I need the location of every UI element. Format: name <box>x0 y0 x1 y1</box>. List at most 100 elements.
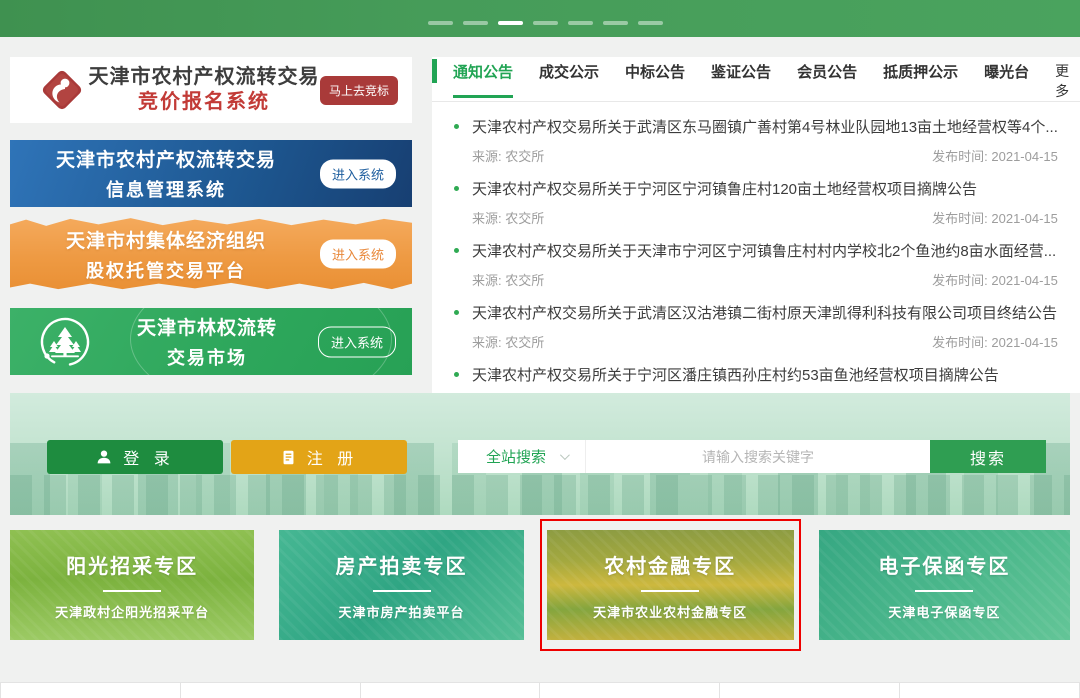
tab-notice-announcements[interactable]: 通知公告 <box>453 59 513 98</box>
tab-winning-bid[interactable]: 中标公告 <box>625 59 685 95</box>
news-link[interactable]: 天津农村产权交易所关于宁河区宁河镇鲁庄村120亩土地经营权项目摘牌公告 <box>454 178 1058 199</box>
top-section: 天津市农村产权流转交易 竞价报名系统 马上去竞标 天津市农村产权流转交易 信息管… <box>0 37 1080 393</box>
news-source: 来源: 农交所 <box>472 332 544 351</box>
carousel-dash[interactable] <box>603 21 628 25</box>
carousel-dash[interactable] <box>428 21 453 25</box>
news-link[interactable]: 天津农村产权交易所关于天津市宁河区宁河镇鲁庄村村内学校北2个鱼池约8亩水面经营.… <box>454 240 1058 261</box>
news-title: 天津农村产权交易所关于宁河区宁河镇鲁庄村120亩土地经营权项目摘牌公告 <box>472 178 977 199</box>
tab-accent-bar <box>432 59 437 83</box>
news-title: 天津农村产权交易所关于武清区东马圈镇广善村第4号林业队园地13亩土地经营权等4个… <box>472 116 1058 137</box>
more-label: 更多 <box>1055 61 1080 101</box>
highlight-red-border: 农村金融专区 天津市农业农村金融专区 <box>540 519 801 651</box>
carousel-dash[interactable] <box>568 21 593 25</box>
banner-line2: 股权托管交易平台 <box>24 257 308 283</box>
bottom-strip <box>0 682 1080 698</box>
zone-subtitle: 天津市房产拍卖平台 <box>339 602 465 621</box>
news-meta: 来源: 农交所 发布时间: 2021-04-15 <box>454 208 1058 227</box>
search-scope-label: 全站搜索 <box>486 446 546 467</box>
news-item: 天津农村产权交易所关于武清区东马圈镇广善村第4号林业队园地13亩土地经营权等4个… <box>454 116 1058 165</box>
bullet-icon <box>454 124 459 129</box>
zone-title: 房产拍卖专区 <box>336 550 468 579</box>
strip-cell <box>540 683 720 698</box>
search-box: 全站搜索 <box>458 440 930 473</box>
hero-band: 登 录 注 册 全站搜索 搜索 <box>10 393 1070 515</box>
enter-equity-platform-button[interactable]: 进入系统 <box>320 240 396 269</box>
zone-sunshine-procurement[interactable]: 阳光招采专区 天津政村企阳光招采平台 <box>10 530 254 640</box>
brand-subtitle: 竞价报名系统 <box>88 90 320 115</box>
left-column: 天津市农村产权流转交易 竞价报名系统 马上去竞标 天津市农村产权流转交易 信息管… <box>10 57 412 393</box>
brand-text: 天津市农村产权流转交易 竞价报名系统 <box>88 65 320 115</box>
tab-member-announcements[interactable]: 会员公告 <box>797 59 857 95</box>
news-tabs: 通知公告 成交公示 中标公告 鉴证公告 会员公告 抵质押公示 曝光台 更多 <box>432 57 1080 102</box>
tab-exposure[interactable]: 曝光台 <box>984 59 1029 95</box>
bullet-icon <box>454 372 459 377</box>
news-date: 发布时间: 2021-04-15 <box>932 270 1058 289</box>
news-title: 天津农村产权交易所关于宁河区潘庄镇西孙庄村约53亩鱼池经营权项目摘牌公告 <box>472 364 999 385</box>
more-link[interactable]: 更多 <box>1055 59 1080 101</box>
login-label: 登 录 <box>123 445 174 469</box>
city-skyline-decoration <box>10 475 1070 515</box>
forest-tree-icon <box>38 315 92 369</box>
zone-rural-finance[interactable]: 农村金融专区 天津市农业农村金融专区 <box>547 530 794 640</box>
news-source: 来源: 农交所 <box>472 270 544 289</box>
news-panel: 通知公告 成交公示 中标公告 鉴证公告 会员公告 抵质押公示 曝光台 更多 天津… <box>432 57 1080 393</box>
news-date: 发布时间: 2021-04-15 <box>932 146 1058 165</box>
user-icon <box>95 448 113 466</box>
search-button[interactable]: 搜索 <box>930 440 1046 473</box>
special-zones: 阳光招采专区 天津政村企阳光招采平台 房产拍卖专区 天津市房产拍卖平台 农村金融… <box>10 530 1070 640</box>
zone-title: 阳光招采专区 <box>66 550 198 579</box>
news-link[interactable]: 天津农村产权交易所关于武清区汉沽港镇二街村原天津凯得利科技有限公司项目终结公告 <box>454 302 1058 323</box>
search-input[interactable] <box>586 449 930 465</box>
carousel-dash-active[interactable] <box>498 21 523 25</box>
banner-line1: 天津市林权流转 <box>106 313 308 340</box>
bullet-icon <box>454 248 459 253</box>
bidding-system-card: 天津市农村产权流转交易 竞价报名系统 马上去竞标 <box>10 57 412 123</box>
carousel-dash[interactable] <box>463 21 488 25</box>
register-form-icon <box>280 449 297 466</box>
strip-cell <box>181 683 361 698</box>
strip-cell <box>900 683 1080 698</box>
news-link[interactable]: 天津农村产权交易所关于武清区东马圈镇广善村第4号林业队园地13亩土地经营权等4个… <box>454 116 1058 137</box>
zone-subtitle: 天津政村企阳光招采平台 <box>55 602 209 621</box>
register-button[interactable]: 注 册 <box>231 440 407 474</box>
news-title: 天津农村产权交易所关于武清区汉沽港镇二街村原天津凯得利科技有限公司项目终结公告 <box>472 302 1057 323</box>
tab-deal-publicity[interactable]: 成交公示 <box>539 59 599 95</box>
banner-line1: 天津市村集体经济组织 <box>24 226 308 253</box>
tab-authentication[interactable]: 鉴证公告 <box>711 59 771 95</box>
chevron-down-icon <box>560 450 570 460</box>
zone-title: 农村金融专区 <box>604 550 736 579</box>
bullet-icon <box>454 310 459 315</box>
register-label: 注 册 <box>307 445 358 469</box>
carousel-dash[interactable] <box>638 21 663 25</box>
news-item: 天津农村产权交易所关于宁河区宁河镇鲁庄村120亩土地经营权项目摘牌公告 来源: … <box>454 178 1058 227</box>
news-item: 天津农村产权交易所关于武清区汉沽港镇二街村原天津凯得利科技有限公司项目终结公告 … <box>454 302 1058 351</box>
bullet-icon <box>454 186 459 191</box>
info-system-banner[interactable]: 天津市农村产权流转交易 信息管理系统 进入系统 <box>10 140 412 207</box>
tab-pledge-publicity[interactable]: 抵质押公示 <box>883 59 958 95</box>
zone-electronic-guarantee[interactable]: 电子保函专区 天津电子保函专区 <box>819 530 1070 640</box>
zone-real-estate-auction[interactable]: 房产拍卖专区 天津市房产拍卖平台 <box>279 530 523 640</box>
search-scope-select[interactable]: 全站搜索 <box>458 440 586 473</box>
news-link[interactable]: 天津农村产权交易所关于宁河区潘庄镇西孙庄村约53亩鱼池经营权项目摘牌公告 <box>454 364 1058 385</box>
go-bid-button[interactable]: 马上去竞标 <box>320 76 398 105</box>
banner-line1: 天津市农村产权流转交易 <box>24 145 308 172</box>
carousel-dash[interactable] <box>533 21 558 25</box>
news-date: 发布时间: 2021-04-15 <box>932 208 1058 227</box>
zone-subtitle: 天津电子保函专区 <box>888 602 1000 621</box>
enter-forest-market-button[interactable]: 进入系统 <box>318 326 396 357</box>
site-search: 全站搜索 搜索 <box>458 440 1046 473</box>
zone-divider <box>915 590 973 592</box>
brand-diamond-logo-icon <box>36 64 88 116</box>
homepage: 天津市农村产权流转交易 竞价报名系统 马上去竞标 天津市农村产权流转交易 信息管… <box>0 0 1080 698</box>
news-date: 发布时间: 2021-04-15 <box>932 332 1058 351</box>
forest-market-banner[interactable]: 天津市林权流转 交易市场 进入系统 <box>10 308 412 375</box>
brand-title: 天津市农村产权流转交易 <box>88 65 320 90</box>
news-source: 来源: 农交所 <box>472 208 544 227</box>
equity-platform-banner[interactable]: 天津市村集体经济组织 股权托管交易平台 进入系统 <box>10 215 412 293</box>
login-button[interactable]: 登 录 <box>47 440 223 474</box>
news-source: 来源: 农交所 <box>472 146 544 165</box>
news-title: 天津农村产权交易所关于天津市宁河区宁河镇鲁庄村村内学校北2个鱼池约8亩水面经营.… <box>472 240 1056 261</box>
banner-line2: 交易市场 <box>106 344 308 370</box>
strip-cell <box>361 683 541 698</box>
enter-info-system-button[interactable]: 进入系统 <box>320 159 396 188</box>
